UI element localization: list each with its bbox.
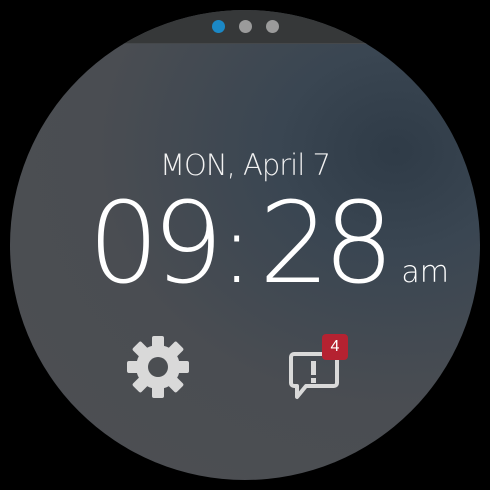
time-display: 09 : 28 am [88,188,449,318]
page-dot-3[interactable] [265,20,279,33]
page-indicator [10,20,480,33]
page-dot-2[interactable] [238,20,252,33]
time-separator: : [220,193,253,305]
page-indicator-bar [10,10,480,44]
settings-button[interactable] [126,335,190,399]
watch-face: MON, April 7 09 : 28 am [10,10,480,480]
time-ampm: am [401,255,449,290]
gear-icon [127,336,189,398]
notification-count-badge: 4 [322,334,348,360]
time-minutes: 28 [258,179,394,309]
time-hours: 09 [88,179,223,309]
watch-screen: MON, April 7 09 : 28 am 4 [0,0,490,490]
date-label: MON, April 7 [160,148,331,182]
page-dot-1[interactable] [211,20,225,33]
